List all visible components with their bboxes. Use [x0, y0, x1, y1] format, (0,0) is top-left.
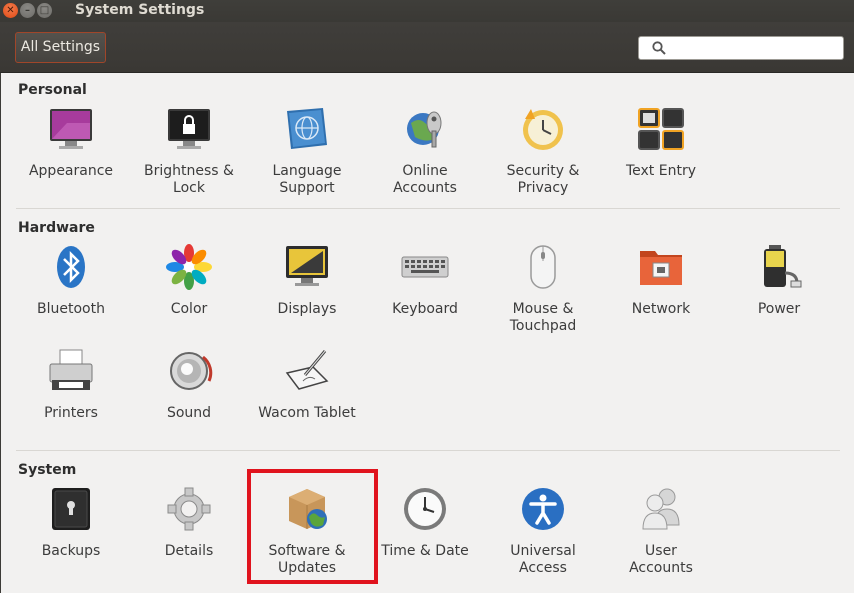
appearance-icon — [50, 109, 92, 149]
settings-item-text-entry[interactable]: Text Entry — [602, 105, 720, 180]
all-settings-button[interactable]: All Settings — [15, 32, 106, 63]
settings-item-language-support[interactable]: Language Support — [248, 105, 366, 197]
settings-item-label: Time & Date — [381, 543, 469, 559]
settings-item-label: Displays — [277, 301, 337, 317]
settings-item-user-accounts[interactable]: User Accounts — [602, 485, 720, 577]
keyboard-icon — [401, 256, 449, 278]
online-accounts-icon — [407, 111, 442, 148]
close-window-button[interactable]: ✕ — [3, 3, 18, 18]
section-title-hardware: Hardware — [18, 220, 95, 236]
settings-item-label: Mouse & Touchpad — [509, 301, 577, 334]
wacom-tablet-icon — [285, 350, 329, 390]
mouse-touchpad-icon — [530, 245, 556, 289]
backups-icon — [52, 488, 90, 530]
network-icon — [640, 251, 682, 285]
settings-item-label: Online Accounts — [393, 163, 457, 196]
settings-item-backups[interactable]: Backups — [12, 485, 130, 560]
displays-icon — [286, 246, 328, 286]
universal-access-icon — [522, 488, 564, 530]
settings-item-details[interactable]: Details — [130, 485, 248, 560]
settings-item-label: Brightness & Lock — [144, 163, 234, 196]
settings-item-label: Keyboard — [392, 301, 458, 317]
settings-item-bluetooth[interactable]: Bluetooth — [12, 243, 130, 318]
settings-item-label: Text Entry — [625, 163, 696, 179]
maximize-window-button[interactable]: □ — [37, 3, 52, 18]
section-divider — [16, 208, 840, 209]
security-privacy-icon — [523, 109, 563, 150]
settings-item-universal-access[interactable]: Universal Access — [484, 485, 602, 577]
settings-panel: Personal Appearance Brightness & Lock La… — [1, 73, 854, 593]
brightness-lock-icon — [168, 109, 210, 149]
settings-item-label: Backups — [41, 543, 101, 559]
minimize-window-button[interactable]: – — [20, 3, 35, 18]
section-divider — [16, 450, 840, 451]
section-title-system: System — [18, 462, 77, 478]
settings-item-network[interactable]: Network — [602, 243, 720, 318]
time-date-icon — [404, 488, 446, 530]
text-entry-icon — [638, 108, 684, 150]
settings-item-label: Power — [757, 301, 801, 317]
language-support-icon — [287, 108, 327, 149]
settings-item-label: Printers — [44, 405, 98, 421]
settings-item-label: Appearance — [28, 163, 114, 179]
user-accounts-icon — [642, 488, 680, 530]
settings-item-label: Universal Access — [510, 543, 576, 576]
sound-icon — [170, 352, 213, 390]
settings-item-label: Network — [631, 301, 691, 317]
search-input[interactable] — [638, 36, 844, 60]
title-bar: ✕ – □ System Settings — [0, 0, 854, 22]
section-title-personal: Personal — [18, 82, 87, 98]
details-icon — [167, 487, 211, 531]
settings-item-appearance[interactable]: Appearance — [12, 105, 130, 180]
settings-item-label: Details — [164, 543, 214, 559]
settings-item-power[interactable]: Power — [720, 243, 838, 318]
printers-icon — [49, 349, 93, 390]
settings-item-displays[interactable]: Displays — [248, 243, 366, 318]
settings-item-label: Sound — [166, 405, 212, 421]
settings-item-printers[interactable]: Printers — [12, 347, 130, 422]
settings-item-label: Language Support — [272, 163, 342, 196]
settings-item-brightness-lock[interactable]: Brightness & Lock — [130, 105, 248, 197]
settings-item-color[interactable]: Color — [130, 243, 248, 318]
window-title: System Settings — [75, 2, 205, 18]
settings-item-online-accounts[interactable]: Online Accounts — [366, 105, 484, 197]
highlight-box — [247, 469, 378, 584]
settings-item-time-date[interactable]: Time & Date — [366, 485, 484, 560]
settings-item-label: Security & Privacy — [506, 163, 580, 196]
toolbar: All Settings — [0, 22, 854, 73]
settings-item-security-privacy[interactable]: Security & Privacy — [484, 105, 602, 197]
settings-item-label: Wacom Tablet — [258, 405, 356, 421]
color-icon — [166, 244, 212, 290]
settings-item-keyboard[interactable]: Keyboard — [366, 243, 484, 318]
settings-item-sound[interactable]: Sound — [130, 347, 248, 422]
settings-item-label: Color — [170, 301, 208, 317]
settings-item-mouse-touchpad[interactable]: Mouse & Touchpad — [484, 243, 602, 335]
power-icon — [764, 245, 802, 288]
settings-item-wacom-tablet[interactable]: Wacom Tablet — [248, 347, 366, 422]
settings-item-label: Bluetooth — [37, 301, 105, 317]
bluetooth-icon — [57, 246, 85, 288]
search-icon — [652, 41, 666, 55]
settings-item-label: User Accounts — [629, 543, 693, 576]
